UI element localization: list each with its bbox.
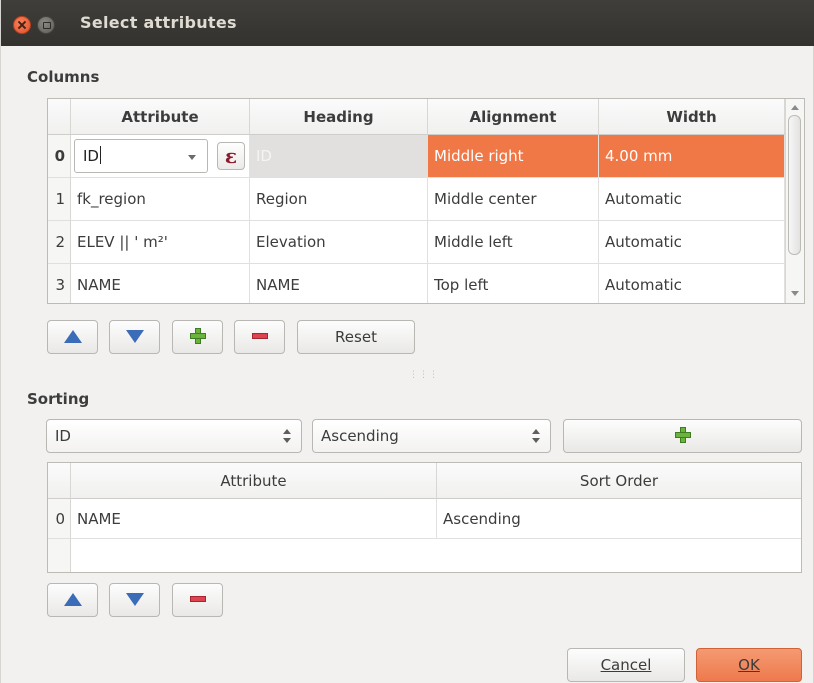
spin-arrows-icon (532, 428, 540, 444)
minimize-icon[interactable] (37, 16, 55, 34)
row-number[interactable]: 0 (48, 499, 71, 539)
sorting-header-sort-order[interactable]: Sort Order (437, 463, 801, 499)
heading-cell[interactable]: Region (250, 178, 428, 221)
close-icon[interactable] (13, 16, 31, 34)
minus-icon (251, 333, 268, 339)
columns-corner-header (48, 99, 71, 135)
attribute-editor-cell: ID ε (71, 135, 250, 178)
heading-cell[interactable]: NAME (250, 264, 428, 303)
cancel-button[interactable]: Cancel (567, 648, 685, 682)
sorting-table: Attribute Sort Order 0 NAME Ascending (47, 462, 802, 573)
move-column-up-button[interactable] (47, 320, 98, 354)
sort-attribute-cell[interactable]: NAME (71, 499, 437, 539)
alignment-cell[interactable]: Middle center (428, 178, 599, 221)
plus-icon (189, 328, 206, 344)
splitter-handle[interactable]: ⋮⋮⋮ (409, 370, 439, 380)
remove-column-button[interactable] (234, 320, 285, 354)
scroll-up-icon[interactable] (791, 105, 799, 110)
sort-attribute-combo[interactable]: ID (46, 419, 302, 453)
sort-order-cell[interactable]: Ascending (437, 499, 801, 539)
columns-header-width[interactable]: Width (599, 99, 785, 135)
sort-order-combo[interactable]: Ascending (312, 419, 551, 453)
add-sort-button[interactable] (563, 419, 802, 453)
add-column-button[interactable] (172, 320, 223, 354)
columns-table: Attribute Heading Alignment Width 0 ID ε… (47, 98, 805, 304)
spin-arrows-icon (283, 428, 291, 444)
title-bar: Select attributes (1, 0, 814, 46)
sort-attribute-value: ID (55, 427, 71, 445)
row-number[interactable]: 2 (48, 221, 71, 264)
empty-row-header (48, 539, 71, 572)
heading-cell[interactable]: Elevation (250, 221, 428, 264)
window-title: Select attributes (80, 13, 237, 32)
width-cell[interactable]: Automatic (599, 178, 785, 221)
scrollbar-thumb[interactable] (788, 115, 801, 255)
row-number[interactable]: 0 (48, 135, 71, 178)
chevron-down-icon[interactable] (188, 155, 196, 160)
row-number[interactable]: 3 (48, 264, 71, 303)
sorting-header-attribute[interactable]: Attribute (71, 463, 437, 499)
sort-order-value: Ascending (321, 427, 399, 445)
width-cell[interactable]: Automatic (599, 264, 785, 303)
plus-icon (674, 427, 691, 443)
columns-header-attribute[interactable]: Attribute (71, 99, 250, 135)
attribute-expression-input[interactable]: ID (83, 147, 99, 165)
ok-button[interactable]: OK (696, 648, 802, 682)
columns-header-alignment[interactable]: Alignment (428, 99, 599, 135)
move-sort-down-button[interactable] (109, 583, 160, 617)
sorting-corner-header (48, 463, 71, 499)
row-number[interactable]: 1 (48, 178, 71, 221)
attribute-cell[interactable]: ELEV || ' m²' (71, 221, 250, 264)
move-column-down-button[interactable] (109, 320, 160, 354)
cancel-button-label: Cancel (600, 656, 652, 674)
attribute-expression-combo[interactable]: ID (74, 139, 208, 173)
sorting-section-title: Sorting (27, 390, 90, 408)
scroll-down-icon[interactable] (791, 291, 799, 296)
columns-scrollbar[interactable] (785, 99, 804, 303)
width-cell[interactable]: Automatic (599, 221, 785, 264)
attribute-cell[interactable]: fk_region (71, 178, 250, 221)
heading-cell[interactable]: ID (250, 135, 428, 178)
attribute-cell[interactable]: NAME (71, 264, 250, 303)
up-arrow-icon (63, 592, 82, 606)
text-caret (99, 146, 101, 164)
down-arrow-icon (125, 592, 144, 606)
minus-icon (189, 596, 206, 602)
select-attributes-dialog: Select attributes Columns Attribute Head… (0, 0, 814, 683)
columns-header-heading[interactable]: Heading (250, 99, 428, 135)
down-arrow-icon (125, 329, 144, 343)
move-sort-up-button[interactable] (47, 583, 98, 617)
up-arrow-icon (63, 329, 82, 343)
ok-button-label: OK (738, 656, 760, 674)
columns-section-title: Columns (27, 68, 100, 86)
alignment-cell[interactable]: Middle right (428, 135, 599, 178)
remove-sort-button[interactable] (172, 583, 223, 617)
alignment-cell[interactable]: Top left (428, 264, 599, 303)
alignment-cell[interactable]: Middle left (428, 221, 599, 264)
expression-builder-button[interactable]: ε (217, 142, 245, 170)
reset-button[interactable]: Reset (297, 320, 415, 354)
width-cell[interactable]: 4.00 mm (599, 135, 785, 178)
